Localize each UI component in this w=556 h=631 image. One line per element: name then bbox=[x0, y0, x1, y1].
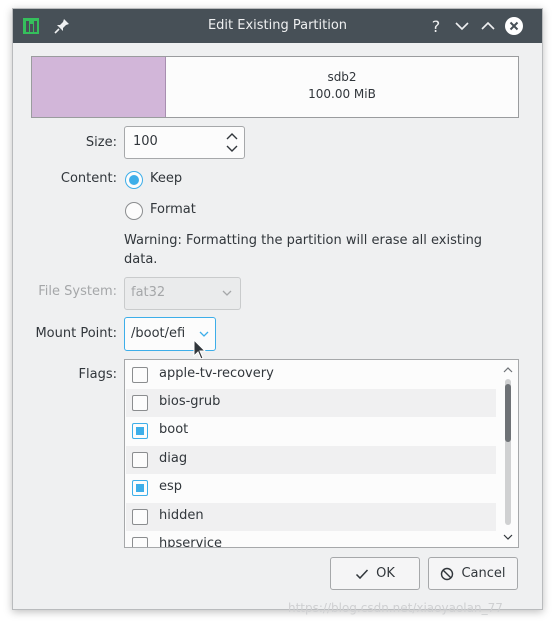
close-icon bbox=[505, 17, 523, 35]
ok-button[interactable]: OK bbox=[330, 557, 420, 590]
size-label: Size: bbox=[85, 135, 117, 150]
partition-label: sdb2 100.00 MiB bbox=[166, 69, 518, 103]
mount-point-value[interactable]: /boot/efi bbox=[131, 326, 185, 341]
file-system-value: fat32 bbox=[131, 285, 166, 300]
title-bar[interactable]: Edit Existing Partition ? bbox=[13, 9, 542, 43]
flags-scrollbar[interactable] bbox=[500, 362, 516, 545]
flag-label: hpservice bbox=[159, 536, 223, 548]
flag-label: bios-grub bbox=[159, 394, 221, 409]
flag-label: apple-tv-recovery bbox=[159, 366, 274, 381]
format-radio-label[interactable]: Format bbox=[150, 202, 196, 217]
close-button[interactable] bbox=[505, 17, 523, 35]
flag-hpservice[interactable]: hpservice bbox=[126, 531, 496, 548]
ok-label: OK bbox=[376, 566, 395, 581]
partition-name: sdb2 bbox=[327, 70, 357, 84]
partition-fill bbox=[32, 57, 166, 117]
partition-size: 100.00 MiB bbox=[308, 87, 376, 101]
mouse-cursor-icon bbox=[193, 339, 207, 360]
flag-checkbox[interactable] bbox=[132, 423, 148, 439]
scroll-down-icon[interactable] bbox=[503, 533, 513, 541]
check-icon bbox=[356, 568, 369, 579]
flag-bios-grub[interactable]: bios-grub bbox=[126, 389, 496, 417]
flag-checkbox[interactable] bbox=[132, 480, 148, 496]
scroll-up-icon[interactable] bbox=[503, 366, 513, 374]
cancel-icon bbox=[441, 567, 454, 580]
flag-esp[interactable]: esp bbox=[126, 474, 496, 502]
size-spinbox[interactable]: 100 bbox=[124, 126, 245, 159]
flag-boot[interactable]: boot bbox=[126, 417, 496, 445]
file-system-combobox[interactable]: fat32 bbox=[124, 277, 241, 310]
keep-radio-label[interactable]: Keep bbox=[150, 171, 182, 186]
minimize-button[interactable] bbox=[453, 17, 471, 35]
chevron-down-icon bbox=[455, 22, 469, 31]
flag-checkbox[interactable] bbox=[132, 367, 148, 383]
chevron-up-icon bbox=[481, 21, 495, 30]
flags-label: Flags: bbox=[78, 367, 117, 382]
flag-label: esp bbox=[159, 479, 183, 494]
chevron-down-icon bbox=[222, 290, 232, 296]
chevron-down-icon[interactable] bbox=[199, 330, 209, 338]
flag-checkbox[interactable] bbox=[132, 537, 148, 547]
flag-label: boot bbox=[159, 422, 189, 437]
spin-arrows-icon[interactable] bbox=[226, 132, 238, 153]
partition-graphic: sdb2 100.00 MiB bbox=[31, 56, 519, 118]
format-warning: Warning: Formatting the partition will e… bbox=[124, 233, 483, 267]
flag-label: diag bbox=[159, 451, 188, 466]
file-system-label: File System: bbox=[38, 284, 117, 299]
flag-checkbox[interactable] bbox=[132, 509, 148, 525]
mount-point-label: Mount Point: bbox=[35, 326, 117, 341]
flag-apple-tv-recovery[interactable]: apple-tv-recovery bbox=[126, 361, 496, 389]
format-radio[interactable] bbox=[125, 202, 143, 220]
size-value: 100 bbox=[133, 134, 158, 149]
maximize-button[interactable] bbox=[479, 17, 497, 35]
flags-list[interactable]: apple-tv-recovery bios-grub boot diag es… bbox=[124, 359, 519, 548]
help-button[interactable]: ? bbox=[427, 17, 445, 36]
flag-checkbox[interactable] bbox=[132, 452, 148, 468]
flag-hidden[interactable]: hidden bbox=[126, 503, 496, 531]
edit-partition-dialog: Edit Existing Partition ? sdb2 100.00 Mi… bbox=[12, 8, 543, 610]
flag-label: hidden bbox=[159, 508, 204, 523]
flag-checkbox[interactable] bbox=[132, 395, 148, 411]
flag-diag[interactable]: diag bbox=[126, 446, 496, 474]
watermark: https://blog.csdn.net/xiaoyaolan_77 bbox=[288, 601, 503, 615]
cancel-label: Cancel bbox=[461, 566, 506, 581]
content-label: Content: bbox=[60, 171, 117, 186]
keep-radio[interactable] bbox=[125, 171, 143, 189]
cancel-button[interactable]: Cancel bbox=[428, 557, 518, 590]
scrollbar-thumb[interactable] bbox=[505, 384, 511, 442]
